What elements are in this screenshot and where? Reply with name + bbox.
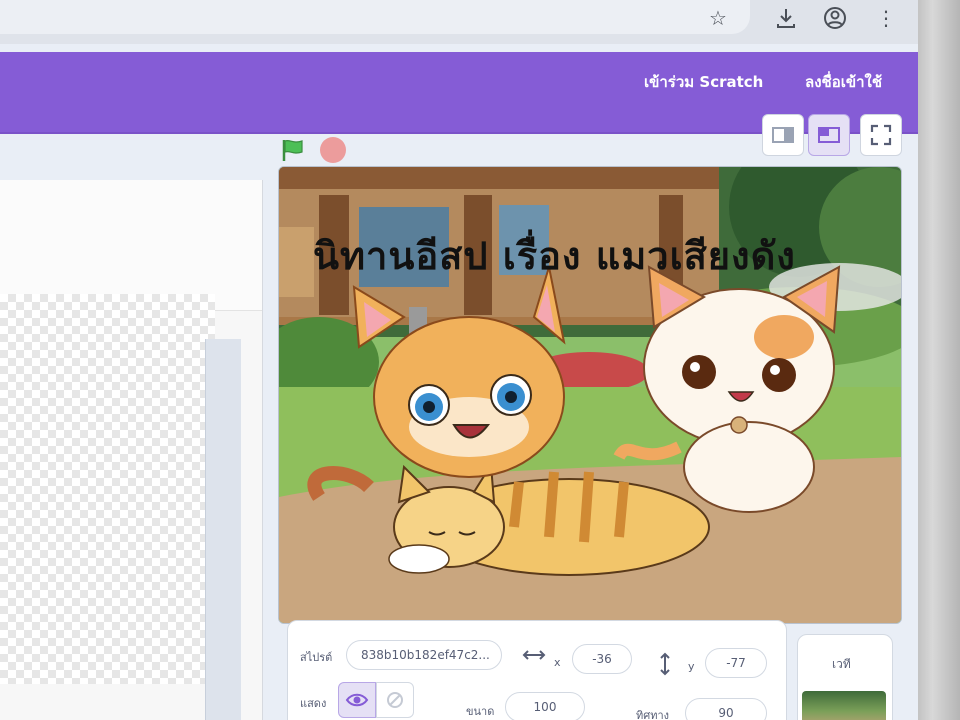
scrollbar[interactable] [205,339,241,720]
stage-title-text: นิทานอีสป เรื่อง แมวเสียงดัง [313,234,796,278]
x-label: x [554,656,561,669]
y-input[interactable]: -77 [705,648,767,678]
stop-icon[interactable] [320,137,346,163]
x-input[interactable]: -36 [572,644,632,674]
hidden-icon [387,692,403,708]
costume-canvas[interactable] [0,294,215,684]
more-icon[interactable]: ⋮ [874,6,898,30]
large-stage-button[interactable] [808,114,850,156]
small-stage-button[interactable] [762,114,804,156]
address-bar[interactable] [0,0,750,34]
arrows-horizontal-icon [522,650,546,660]
hide-sprite-button[interactable] [376,682,414,718]
screen: ☆ ⋮ เข้าร่วม Scratch ลงชื่อเข้าใช้ นิทาน… [0,0,918,720]
eye-icon [345,693,369,707]
star-icon[interactable]: ☆ [706,6,730,30]
direction-label: ทิศทาง [636,709,670,720]
y-label: y [688,660,695,673]
sprite-label: สไปรต์ [300,651,333,664]
code-area-top [0,180,262,311]
download-icon[interactable] [774,6,798,30]
stage-target-label: เวที [832,657,851,671]
join-scratch-link[interactable]: เข้าร่วม Scratch [644,70,763,94]
stage[interactable]: นิทานอีสป เรื่อง แมวเสียงดัง [278,166,902,624]
show-sprite-button[interactable] [338,682,376,718]
account-icon[interactable] [823,6,847,30]
arrows-vertical-icon [660,652,670,676]
small-stage-icon [772,127,794,143]
fullscreen-icon [870,124,892,146]
direction-input[interactable]: 90 [685,698,767,720]
fullscreen-button[interactable] [860,114,902,156]
size-label: ขนาด [466,705,495,718]
stage-target-panel[interactable]: เวที [797,634,893,720]
monitor-bezel [914,0,960,720]
sprite-name-input[interactable]: 838b10b182ef47c2... [346,640,502,670]
size-input[interactable]: 100 [505,692,585,720]
sign-in-link[interactable]: ลงชื่อเข้าใช้ [805,70,882,94]
stage-thumbnail [802,691,886,720]
large-stage-icon [818,127,840,143]
browser-toolbar: ☆ ⋮ [0,0,918,44]
green-flag-icon[interactable] [280,138,306,162]
show-label: แสดง [300,697,327,710]
editor-left-panel [0,134,275,720]
